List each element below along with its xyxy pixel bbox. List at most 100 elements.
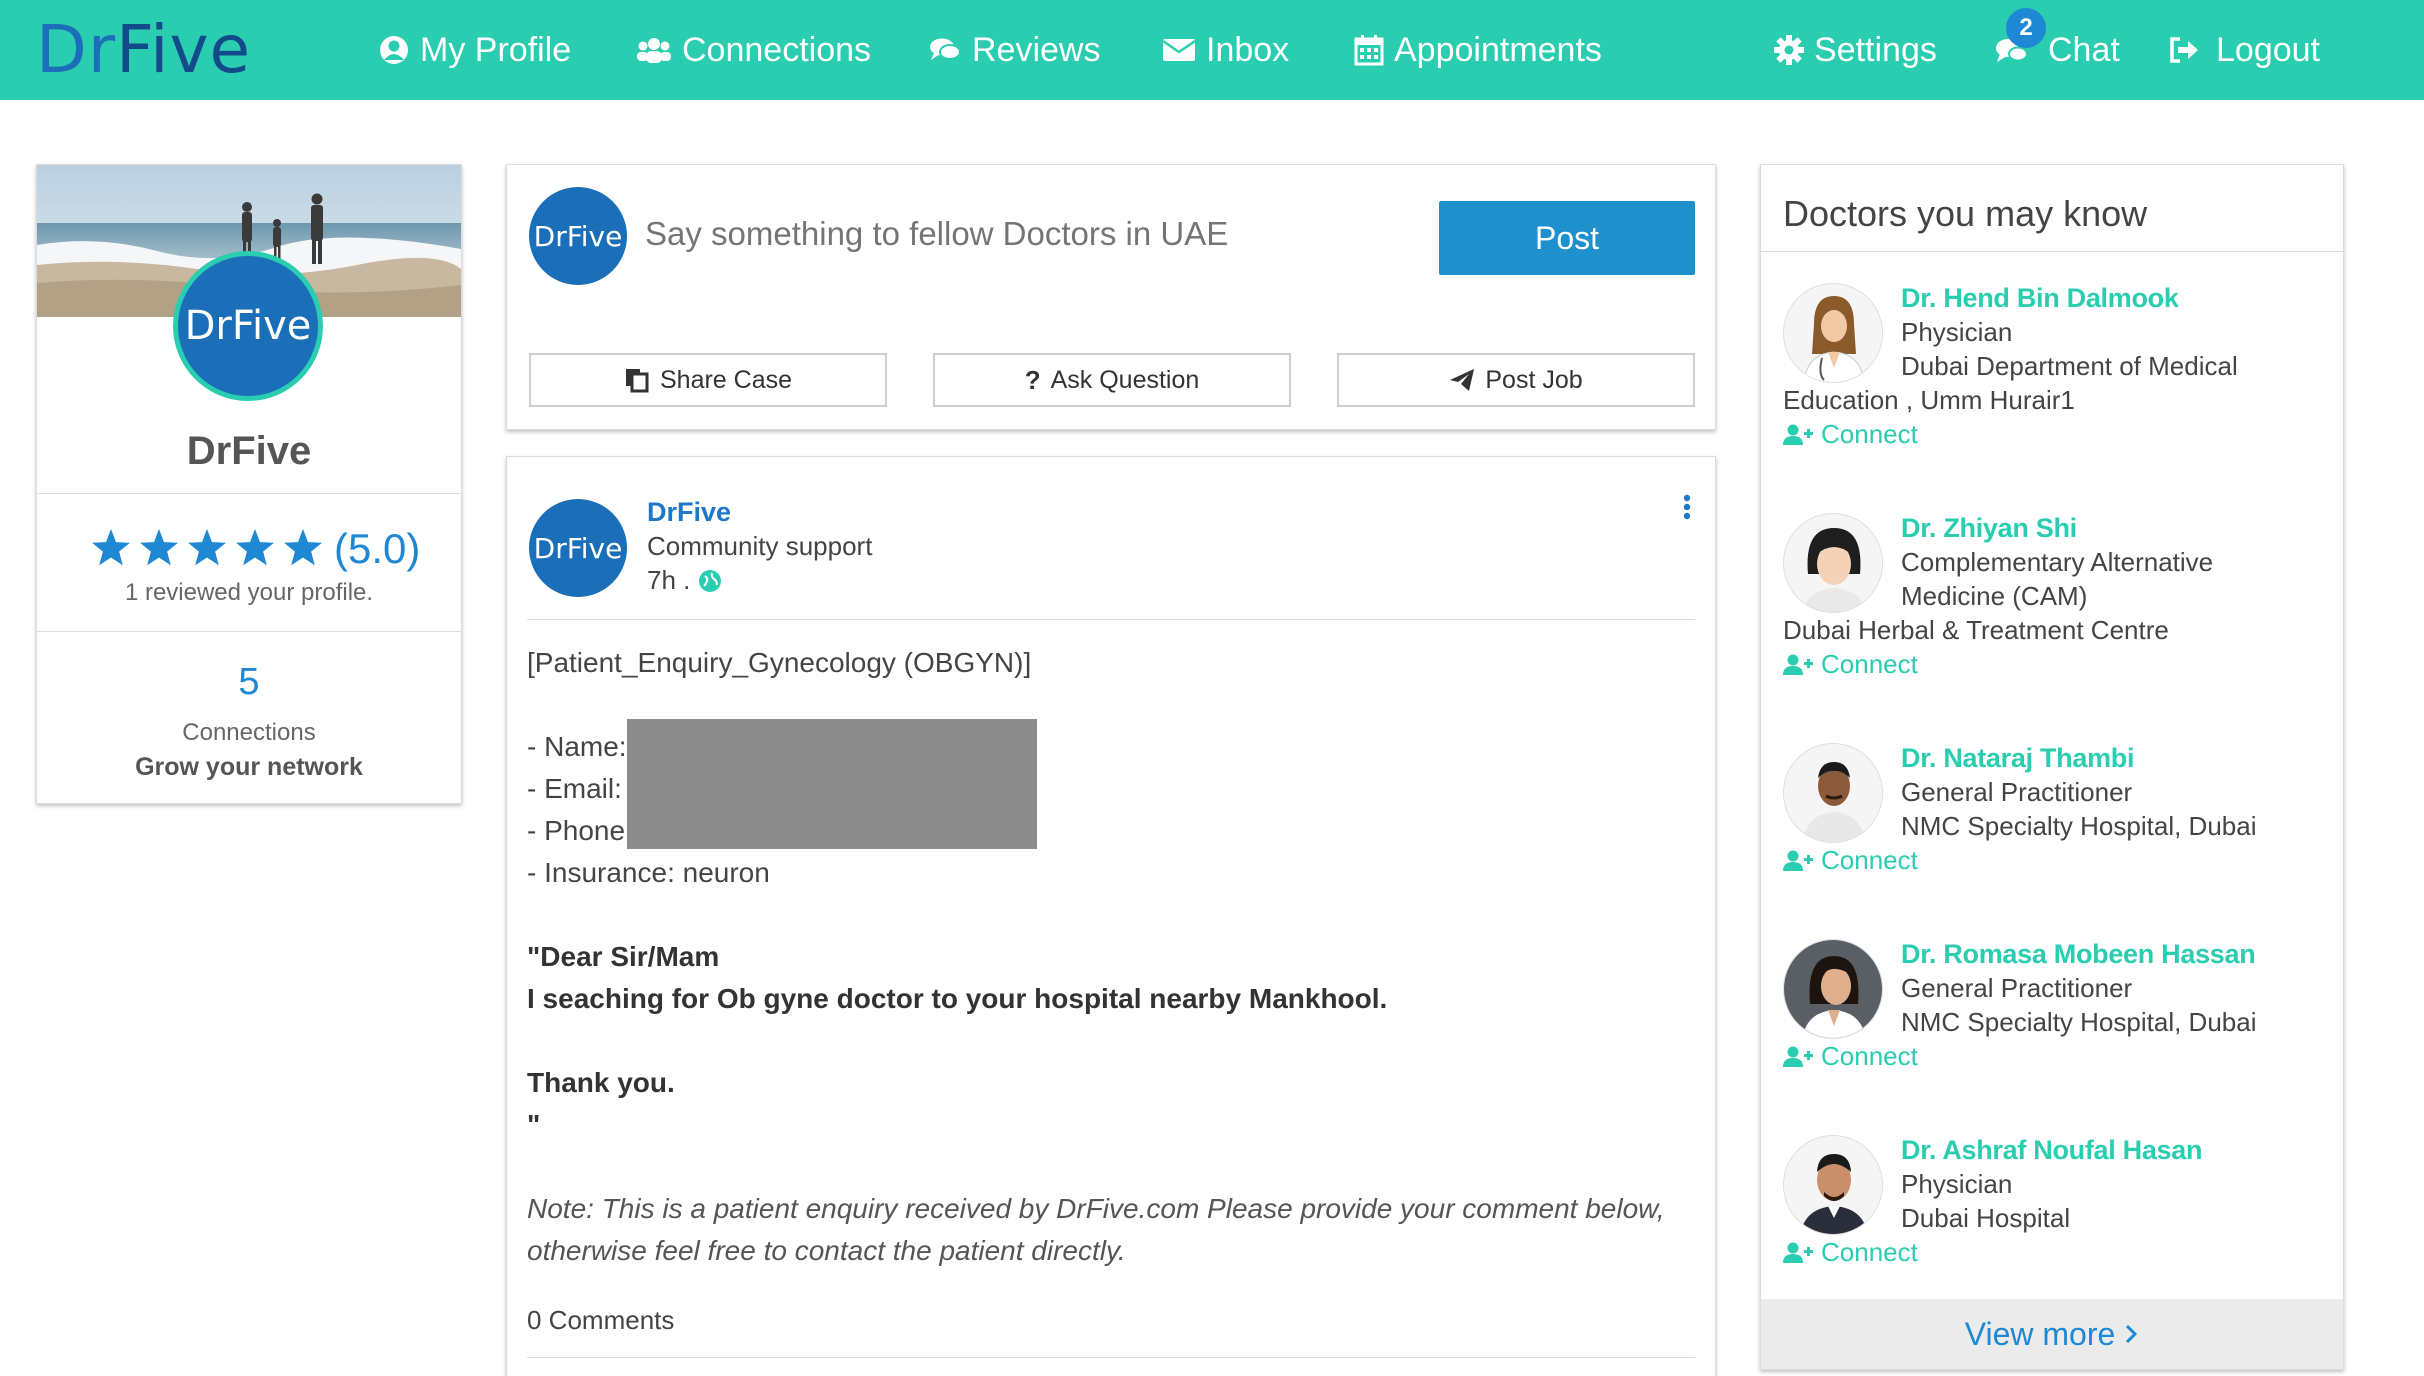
rating-value: (5.0)	[334, 525, 421, 572]
post-message-line-2: I seaching for Ob gyne doctor to your ho…	[527, 983, 1388, 1014]
grow-network-link[interactable]: Grow your network	[37, 753, 461, 782]
feed-post: DrFive DrFive Community support 7h . [Pa…	[506, 456, 1716, 1376]
connect-label: Connect	[1821, 1237, 1918, 1267]
post-author-subtitle: Community support	[647, 531, 873, 561]
post-message-line-1: "Dear Sir/Mam	[527, 941, 720, 972]
nav-appointments[interactable]: Appointments	[1354, 0, 1602, 100]
connect-button[interactable]: Connect	[1783, 1041, 1918, 1072]
view-more-link[interactable]: View more	[1761, 1299, 2343, 1369]
nav-settings[interactable]: Settings	[1774, 0, 1937, 100]
doctor-avatar[interactable]	[1783, 283, 1883, 383]
reviewed-text: 1 reviewed your profile.	[124, 579, 374, 606]
connect-button[interactable]: Connect	[1783, 649, 1918, 680]
user-plus-icon	[1783, 1242, 1813, 1263]
post-footer-divider	[527, 1357, 1695, 1358]
user-plus-icon	[1783, 654, 1813, 675]
view-more-label: View more	[1964, 1315, 2116, 1352]
users-icon	[637, 38, 671, 63]
nav-connections[interactable]: Connections	[636, 0, 871, 100]
doctor-workplace: Dubai Hospital	[1901, 1203, 2071, 1233]
profile-star-rating[interactable]: (5.0)	[89, 525, 420, 573]
post-note-line-1: Note: This is a patient enquiry received…	[527, 1193, 1665, 1224]
post-composer: DrFive Post Share Case ? Ask Question Po…	[506, 164, 1716, 430]
profile-card: DrFive DrFive (5.0) 1 reviewed your prof…	[36, 164, 462, 804]
connect-label: Connect	[1821, 419, 1918, 449]
composer-input[interactable]	[645, 215, 1405, 253]
doctor-name[interactable]: Dr. Romasa Mobeen Hassan	[1901, 939, 2256, 970]
post-author-avatar[interactable]: DrFive	[529, 499, 627, 597]
doctor-name[interactable]: Dr. Zhiyan Shi	[1901, 513, 2077, 544]
nav-inbox-label: Inbox	[1206, 30, 1290, 69]
connections-label: Connections	[182, 719, 316, 746]
post-job-button[interactable]: Post Job	[1337, 353, 1695, 407]
connect-button[interactable]: Connect	[1783, 1237, 1918, 1268]
post-author-name[interactable]: DrFive	[647, 497, 731, 528]
post-job-label: Post Job	[1485, 365, 1583, 394]
doctor-avatar[interactable]	[1783, 513, 1883, 613]
nav-chat-label: Chat	[2048, 30, 2120, 69]
doctor-name[interactable]: Dr. Hend Bin Dalmook	[1901, 283, 2179, 314]
doctor-workplace: Dubai Herbal & Treatment Centre	[1783, 615, 2169, 645]
doctor-specialty: Physician	[1901, 317, 2013, 347]
doctor-workplace: Dubai Department of Medical	[1901, 351, 2238, 381]
sidebar-title-divider	[1761, 251, 2343, 252]
post-timestamp: 7h .	[647, 565, 722, 596]
nav-my-profile-label: My Profile	[420, 30, 572, 69]
nav-reviews[interactable]: Reviews	[928, 0, 1100, 100]
connect-button[interactable]: Connect	[1783, 419, 1918, 450]
share-case-label: Share Case	[659, 365, 793, 394]
logo-dr-text: Dr	[36, 11, 116, 88]
doctor-specialty: Physician	[1901, 1169, 2013, 1199]
share-case-button[interactable]: Share Case	[529, 353, 887, 407]
nav-connections-label: Connections	[682, 30, 872, 69]
doctor-avatar[interactable]	[1783, 1135, 1883, 1235]
nav-my-profile[interactable]: My Profile	[378, 0, 571, 100]
doctor-name[interactable]: Dr. Nataraj Thambi	[1901, 743, 2134, 774]
ask-question-label: Ask Question	[1050, 365, 1200, 394]
post-options-icon[interactable]	[1677, 493, 1697, 523]
nav-logout[interactable]: Logout	[2168, 0, 2320, 100]
doctor-name[interactable]: Dr. Ashraf Noufal Hasan	[1901, 1135, 2202, 1166]
connect-button[interactable]: Connect	[1783, 845, 1918, 876]
star-icon	[236, 529, 274, 566]
gear-icon	[1774, 35, 1804, 65]
profile-avatar[interactable]: DrFive	[173, 251, 323, 401]
connect-label: Connect	[1821, 845, 1918, 875]
composer-avatar: DrFive	[529, 187, 627, 285]
top-navbar: DrFive My Profile Connections Reviews In…	[0, 0, 2424, 100]
post-comments-count[interactable]: 0 Comments	[527, 1305, 674, 1336]
post-insurance: - Insurance: neuron	[527, 857, 770, 888]
post-name-label: - Name:	[527, 731, 627, 762]
post-subject: [Patient_Enquiry_Gynecology (OBGYN)]	[527, 647, 1032, 678]
doctor-avatar[interactable]	[1783, 743, 1883, 843]
sidebar-title: Doctors you may know	[1783, 193, 2148, 234]
doctor-workplace: NMC Specialty Hospital, Dubai	[1901, 1007, 2257, 1037]
user-circle-icon	[380, 36, 408, 64]
doctor-avatar[interactable]	[1783, 939, 1883, 1039]
star-icon	[140, 529, 178, 566]
comments-icon	[930, 38, 961, 60]
nav-inbox[interactable]: Inbox	[1162, 0, 1289, 100]
star-icon	[92, 529, 130, 566]
post-thanks: Thank you.	[527, 1067, 675, 1098]
post-email-label: - Email:	[527, 773, 622, 804]
drfive-logo[interactable]: DrFive	[36, 10, 251, 90]
post-phone-label: - Phone:	[527, 815, 633, 846]
star-icons	[92, 529, 322, 566]
post-button[interactable]: Post	[1439, 201, 1695, 275]
globe-icon	[699, 569, 722, 592]
profile-divider-2	[37, 631, 461, 632]
nav-settings-label: Settings	[1814, 30, 1937, 69]
user-plus-icon	[1783, 850, 1813, 871]
doctor-specialty: General Practitioner	[1901, 973, 2133, 1003]
nav-reviews-label: Reviews	[972, 30, 1101, 69]
post-closing-quote: "	[527, 1109, 541, 1140]
connections-count[interactable]: 5	[37, 661, 461, 704]
logo-five-text: Five	[115, 11, 252, 88]
ask-question-button[interactable]: ? Ask Question	[933, 353, 1291, 407]
profile-name[interactable]: DrFive	[37, 429, 461, 474]
nav-logout-label: Logout	[2216, 30, 2320, 69]
star-icon	[284, 529, 322, 566]
chat-unread-badge: 2	[2006, 8, 2046, 48]
connect-label: Connect	[1821, 1041, 1918, 1071]
